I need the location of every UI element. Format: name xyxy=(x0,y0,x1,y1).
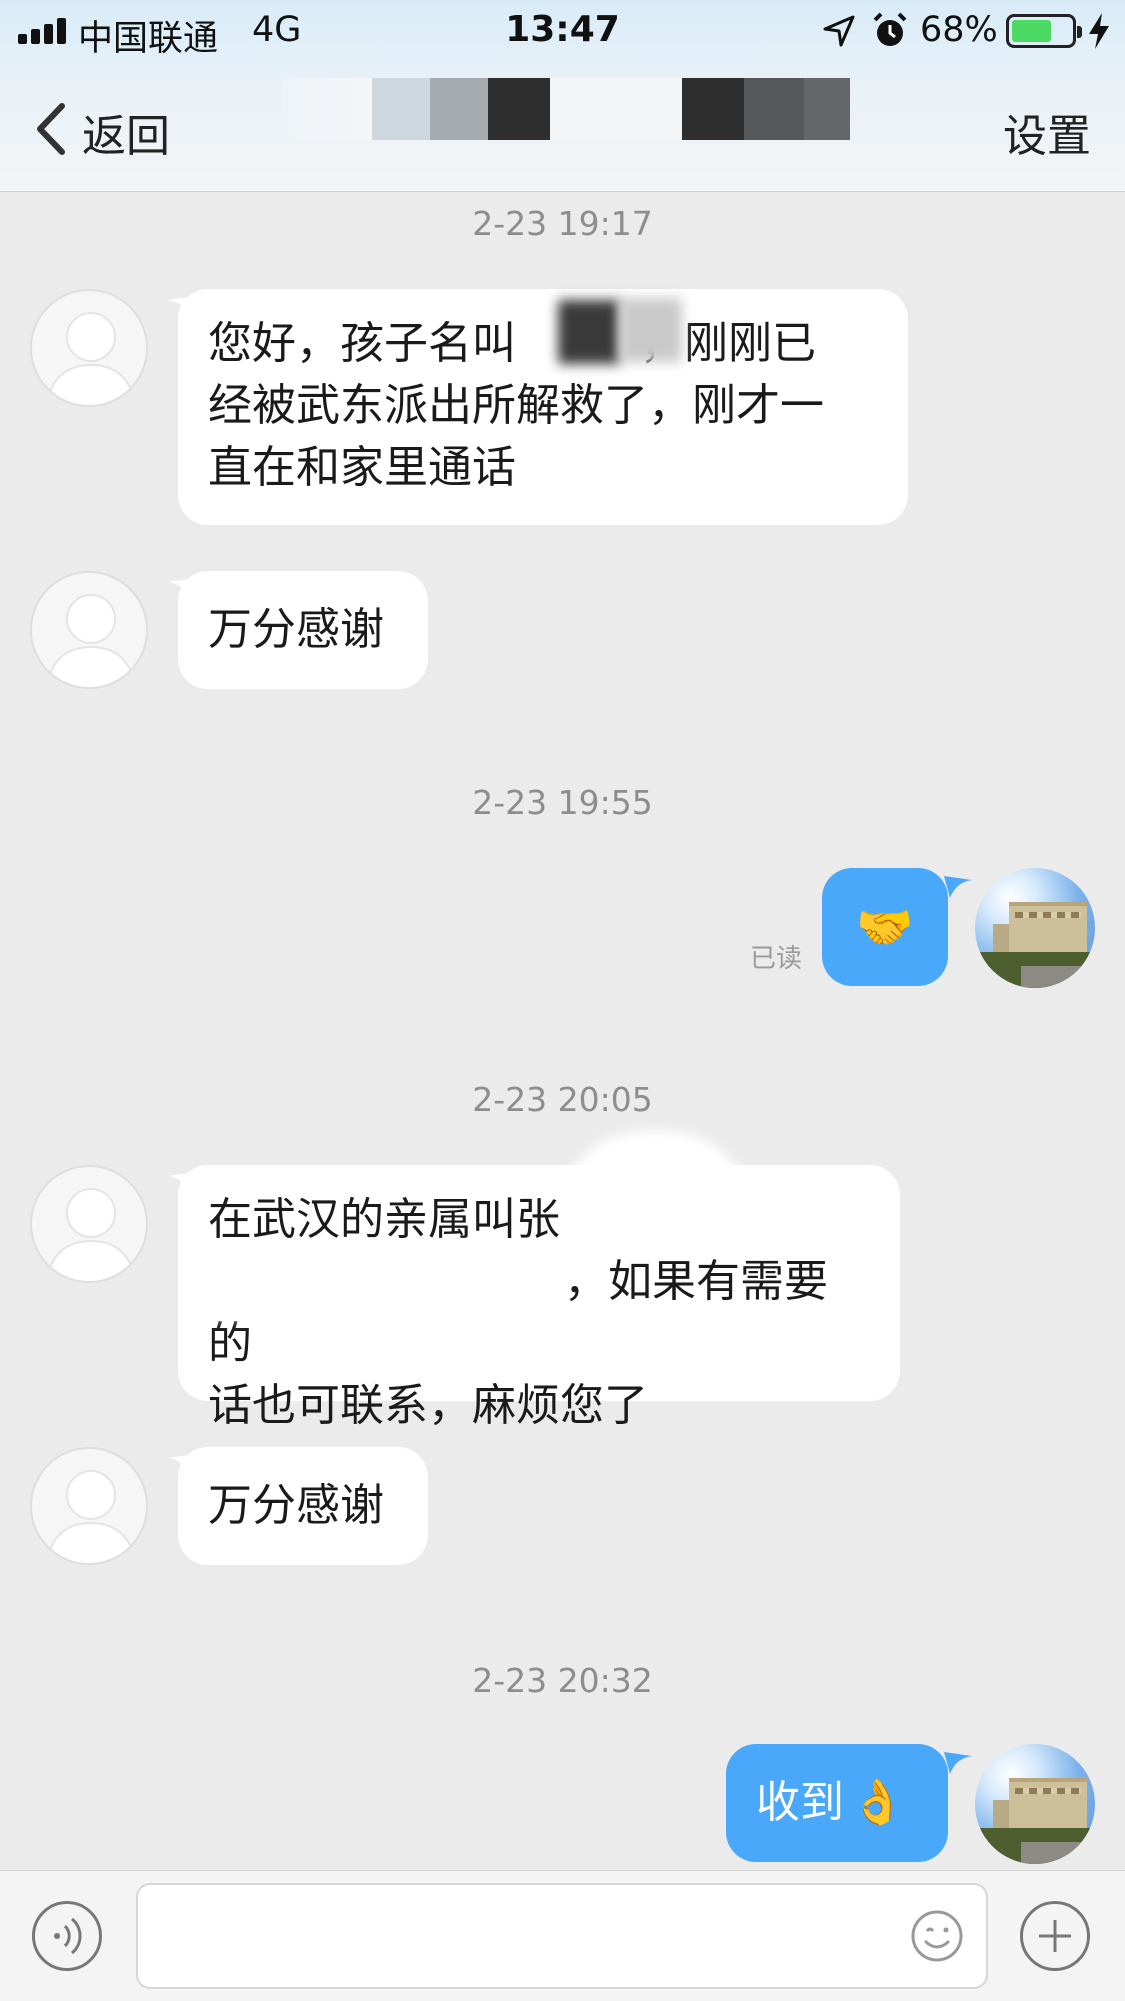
charging-icon xyxy=(1089,13,1109,49)
input-bar xyxy=(0,1870,1125,2001)
default-avatar-icon xyxy=(45,1470,137,1563)
message-text: 万分感谢 xyxy=(208,604,384,655)
alarm-icon xyxy=(873,12,907,46)
battery-fill xyxy=(1012,20,1051,42)
contact-avatar[interactable] xyxy=(30,289,148,407)
redacted-phone xyxy=(200,1262,530,1318)
message-line: 您好，孩子名叫 ，刚刚已 xyxy=(208,318,816,369)
message-bubble-incoming[interactable]: 万分感谢 xyxy=(178,1447,428,1565)
ok-hand-emoji: 👌 xyxy=(850,1777,905,1828)
battery-percent: 68% xyxy=(920,10,998,50)
redacted-name xyxy=(620,298,682,362)
contact-avatar[interactable] xyxy=(30,1165,148,1283)
top-bar: 中国联通 4G 13:47 68% 返回 设置 xyxy=(0,0,1125,192)
redacted-name xyxy=(558,300,620,364)
message-bubble-incoming[interactable]: 您好，孩子名叫 ，刚刚已 经被武东派出所解救了，刚才一 直在和家里通话 xyxy=(178,289,908,525)
chat-title-redacted xyxy=(282,78,872,178)
message-bubble-incoming[interactable]: 万分感谢 xyxy=(178,571,428,689)
self-avatar[interactable] xyxy=(975,868,1095,988)
self-avatar[interactable] xyxy=(975,1744,1095,1864)
back-button[interactable]: 返回 xyxy=(34,96,184,162)
emoji-icon[interactable] xyxy=(910,1909,964,1963)
chevron-left-icon xyxy=(37,103,65,155)
message-line: 在武汉的亲属叫张 xyxy=(208,1194,560,1245)
default-avatar-icon xyxy=(45,594,137,687)
timestamp: 2-23 19:17 xyxy=(472,204,653,243)
contact-avatar[interactable] xyxy=(30,571,148,689)
settings-button[interactable]: 设置 xyxy=(1003,100,1091,164)
message-line: 直在和家里通话 xyxy=(208,442,516,493)
message-bubble-outgoing[interactable]: 🤝 xyxy=(822,868,948,986)
timestamp: 2-23 20:05 xyxy=(472,1080,653,1119)
redacted-name xyxy=(570,1130,740,1240)
voice-icon xyxy=(54,1917,82,1955)
timestamp: 2-23 19:55 xyxy=(472,783,653,822)
message-text: 万分感谢 xyxy=(208,1480,384,1531)
plus-button[interactable] xyxy=(1020,1901,1090,1971)
read-status: 已读 xyxy=(750,944,803,974)
handshake-emoji: 🤝 xyxy=(856,900,914,954)
status-bar: 中国联通 4G 13:47 68% xyxy=(0,0,1125,64)
plus-icon xyxy=(1039,1920,1071,1952)
default-avatar-icon xyxy=(45,312,137,405)
location-arrow-icon xyxy=(823,15,855,47)
message-bubble-outgoing[interactable]: 收到 👌 xyxy=(726,1744,948,1862)
message-text: 收到 xyxy=(756,1777,844,1828)
back-label: 返回 xyxy=(82,111,170,162)
message-input[interactable] xyxy=(136,1883,988,1989)
message-line: 话也可联系，麻烦您了 xyxy=(208,1380,648,1431)
contact-avatar[interactable] xyxy=(30,1447,148,1565)
voice-button[interactable] xyxy=(32,1901,102,1971)
default-avatar-icon xyxy=(45,1188,137,1281)
timestamp: 2-23 20:32 xyxy=(472,1661,653,1700)
battery-icon xyxy=(1006,14,1082,48)
message-line: 经被武东派出所解救了，刚才一 xyxy=(208,380,824,431)
